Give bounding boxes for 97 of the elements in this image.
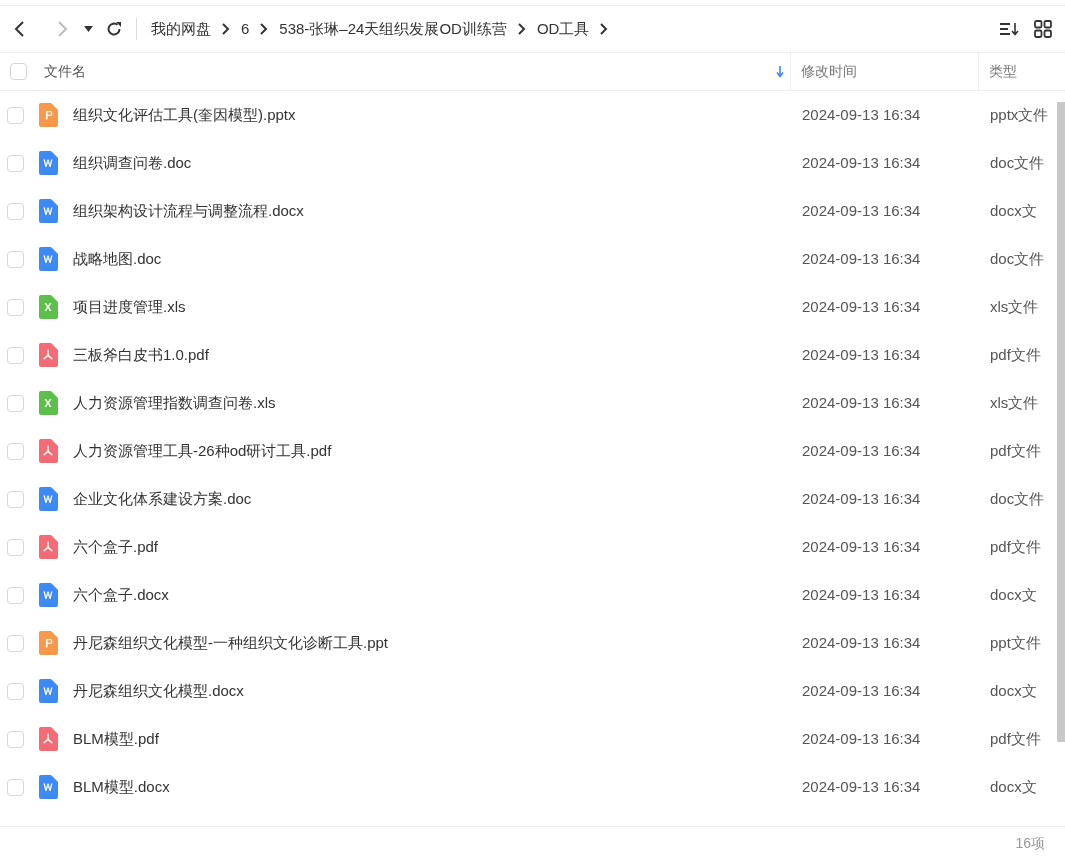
file-name[interactable]: 战略地图.doc — [73, 247, 162, 271]
column-header[interactable]: 类型 — [989, 61, 1017, 82]
file-name[interactable]: 人力资源管理指数调查问卷.xls — [73, 391, 276, 415]
checkbox[interactable] — [7, 682, 24, 700]
breadcrumb-link[interactable]: 538-张琳–24天组织发展OD训练营 — [279, 17, 507, 41]
scrollbar-thumb[interactable] — [1057, 102, 1065, 742]
modified-time: 2024-09-13 16:34 — [801, 392, 922, 413]
checkbox[interactable] — [7, 250, 24, 268]
modified-time: 2024-09-13 16:34 — [801, 536, 922, 557]
checkbox[interactable] — [10, 63, 27, 80]
caret-down-icon — [83, 26, 93, 32]
checkbox[interactable] — [7, 490, 24, 508]
chevron-right-icon — [55, 20, 69, 38]
file-type: ppt文件 — [989, 632, 1041, 653]
checkbox[interactable] — [7, 346, 24, 364]
document-file-icon — [38, 583, 58, 607]
refresh-icon — [105, 20, 123, 38]
file-type: docx文 — [989, 584, 1037, 605]
modified-time: 2024-09-13 16:34 — [801, 776, 922, 797]
chevron-right-icon — [259, 22, 270, 36]
modified-time: 2024-09-13 16:34 — [801, 344, 922, 365]
spreadsheet-file-icon — [38, 391, 58, 415]
checkbox[interactable] — [7, 778, 24, 796]
breadcrumb-link[interactable]: 我的网盘 — [151, 17, 211, 41]
grid-view-button[interactable] — [1031, 17, 1055, 41]
spreadsheet-file-icon — [38, 295, 58, 319]
file-name[interactable]: 六个盒子.docx — [73, 583, 169, 607]
document-file-icon — [38, 199, 58, 223]
modified-time: 2024-09-13 16:34 — [801, 728, 922, 749]
file-name[interactable]: 项目进度管理.xls — [73, 295, 186, 319]
modified-time: 2024-09-13 16:34 — [801, 248, 922, 269]
file-name[interactable]: 六个盒子.pdf — [73, 535, 159, 559]
file-type: doc文件 — [989, 152, 1045, 173]
file-type: pdf文件 — [989, 728, 1041, 749]
pdf-file-icon — [38, 535, 58, 559]
file-type: docx文 — [989, 680, 1037, 701]
file-name[interactable]: 企业文化体系建设方案.doc — [73, 487, 252, 511]
file-type: xls文件 — [989, 296, 1039, 317]
file-type: pdf文件 — [989, 536, 1041, 557]
chevron-left-icon — [13, 20, 27, 38]
document-file-icon — [38, 487, 58, 511]
checkbox[interactable] — [7, 538, 24, 556]
document-file-icon — [38, 151, 58, 175]
file-type: doc文件 — [989, 248, 1045, 269]
file-name[interactable]: 丹尼森组织文化模型-一种组织文化诊断工具.ppt — [73, 631, 388, 655]
pdf-file-icon — [38, 439, 58, 463]
item-count: 16项 — [1015, 834, 1045, 853]
file-name[interactable]: BLM模型.docx — [73, 775, 170, 799]
file-type: pdf文件 — [989, 344, 1041, 365]
file-name[interactable]: 组织调查问卷.doc — [73, 151, 192, 175]
file-name[interactable]: BLM模型.pdf — [73, 727, 159, 751]
chevron-right-icon — [516, 22, 527, 36]
modified-time: 2024-09-13 16:34 — [801, 680, 922, 701]
sort-down-arrow-icon — [776, 65, 784, 78]
modified-time: 2024-09-13 16:34 — [801, 440, 922, 461]
presentation-file-icon — [38, 103, 58, 127]
breadcrumb-link[interactable]: OD工具 — [536, 17, 590, 41]
checkbox[interactable] — [7, 634, 24, 652]
file-type: xls文件 — [989, 392, 1039, 413]
presentation-file-icon — [38, 631, 58, 655]
checkbox[interactable] — [7, 298, 24, 316]
document-file-icon — [38, 247, 58, 271]
file-name[interactable]: 组织文化评估工具(奎因模型).pptx — [73, 103, 296, 127]
file-type: docx文 — [989, 200, 1037, 221]
file-name[interactable]: 组织架构设计流程与调整流程.docx — [73, 199, 304, 223]
checkbox[interactable] — [7, 106, 24, 124]
breadcrumb-link[interactable]: 6 — [241, 17, 250, 41]
document-file-icon — [38, 679, 58, 703]
checkbox[interactable] — [7, 394, 24, 412]
checkbox[interactable] — [7, 202, 24, 220]
document-file-icon — [38, 775, 58, 799]
modified-time: 2024-09-13 16:34 — [801, 632, 922, 653]
checkbox[interactable] — [7, 730, 24, 748]
chevron-right-icon — [599, 22, 610, 36]
checkbox[interactable] — [7, 586, 24, 604]
modified-time: 2024-09-13 16:34 — [801, 200, 922, 221]
file-type: pdf文件 — [989, 440, 1041, 461]
checkbox[interactable] — [7, 154, 24, 172]
pdf-file-icon — [38, 343, 58, 367]
column-header[interactable]: 修改时间 — [801, 61, 857, 82]
modified-time: 2024-09-13 16:34 — [801, 488, 922, 509]
grid-icon — [1034, 20, 1052, 38]
file-type: doc文件 — [989, 488, 1045, 509]
chevron-right-icon — [221, 22, 231, 36]
modified-time: 2024-09-13 16:34 — [801, 584, 922, 605]
file-name[interactable]: 人力资源管理工具-26种od研讨工具.pdf — [73, 439, 332, 463]
file-name[interactable]: 丹尼森组织文化模型.docx — [73, 679, 244, 703]
file-type: docx文 — [989, 776, 1037, 797]
pdf-file-icon — [38, 727, 58, 751]
modified-time: 2024-09-13 16:34 — [801, 152, 922, 173]
sort-icon — [999, 21, 1019, 37]
column-header[interactable]: 文件名 — [44, 61, 86, 82]
modified-time: 2024-09-13 16:34 — [801, 296, 922, 317]
file-name[interactable]: 三板斧白皮书1.0.pdf — [73, 343, 209, 367]
file-type: pptx文件 — [989, 104, 1049, 125]
modified-time: 2024-09-13 16:34 — [801, 104, 922, 125]
checkbox[interactable] — [7, 442, 24, 460]
